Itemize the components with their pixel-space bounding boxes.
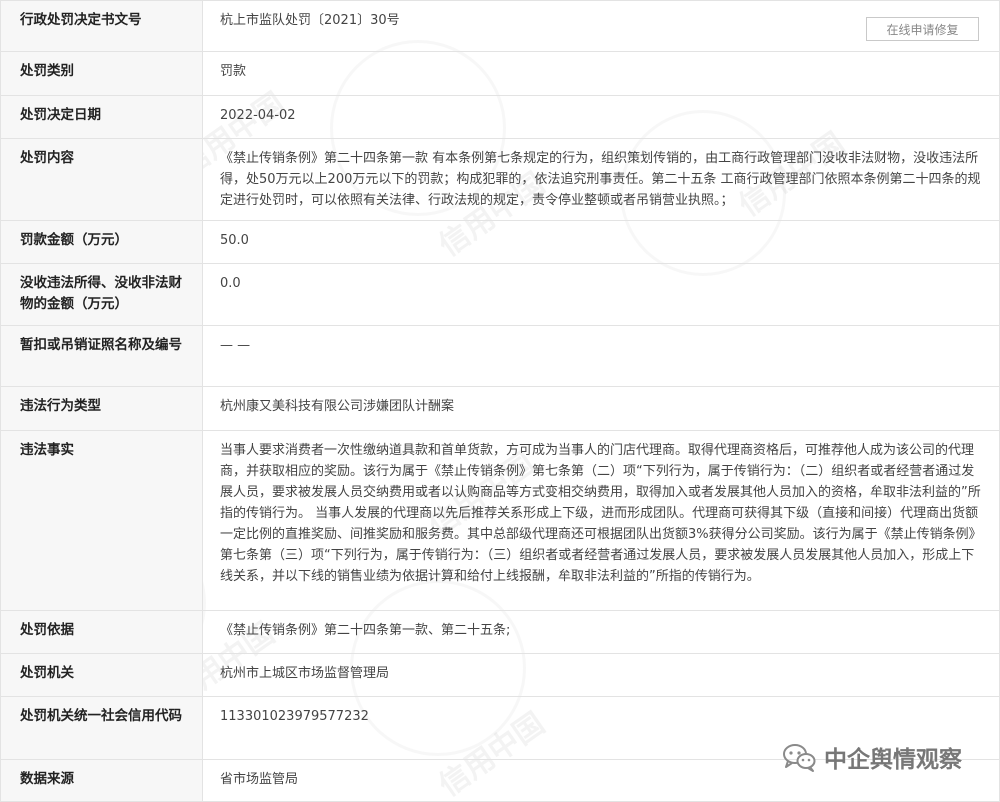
- table-row: 处罚类别 罚款: [0, 51, 1000, 96]
- row-label: 处罚机关统一社会信用代码: [0, 696, 203, 760]
- row-value: 杭州市上城区市场监督管理局: [202, 653, 1000, 697]
- row-value: 50.0: [202, 220, 1000, 264]
- table-row: 违法行为类型 杭州康又美科技有限公司涉嫌团队计酬案: [0, 386, 1000, 431]
- row-label: 违法行为类型: [0, 386, 203, 431]
- row-label: 处罚机关: [0, 653, 203, 697]
- row-label: 违法事实: [0, 430, 203, 611]
- table-row: 没收违法所得、没收非法财物的金额（万元） 0.0: [0, 263, 1000, 326]
- brand-name: 中企舆情观察: [824, 747, 962, 773]
- row-value: 当事人要求消费者一次性缴纳道具款和首单货款，方可成为当事人的门店代理商。取得代理…: [202, 430, 1000, 611]
- row-value: — —: [202, 325, 1000, 387]
- row-label: 处罚类别: [0, 51, 203, 96]
- wechat-icon: [782, 742, 816, 772]
- table-row: 罚款金额（万元） 50.0: [0, 220, 1000, 264]
- row-label: 处罚决定日期: [0, 95, 203, 139]
- row-value: 罚款: [202, 51, 1000, 96]
- table-row: 违法事实 当事人要求消费者一次性缴纳道具款和首单货款，方可成为当事人的门店代理商…: [0, 430, 1000, 611]
- row-label: 暂扣或吊销证照名称及编号: [0, 325, 203, 387]
- table-row: 处罚内容 《禁止传销条例》第二十四条第一款 有本条例第七条规定的行为，组织策划传…: [0, 138, 1000, 221]
- table-row: 处罚依据 《禁止传销条例》第二十四条第一款、第二十五条;: [0, 610, 1000, 654]
- row-value: 杭州康又美科技有限公司涉嫌团队计酬案: [202, 386, 1000, 431]
- row-value: 《禁止传销条例》第二十四条第一款 有本条例第七条规定的行为，组织策划传销的，由工…: [202, 138, 1000, 221]
- row-label: 没收违法所得、没收非法财物的金额（万元）: [0, 263, 203, 326]
- row-label: 行政处罚决定书文号: [0, 0, 203, 52]
- row-value: 0.0: [202, 263, 1000, 326]
- penalty-detail-table: 行政处罚决定书文号 杭上市监队处罚〔2021〕30号 在线申请修复 处罚类别 罚…: [0, 0, 1000, 802]
- table-row: 暂扣或吊销证照名称及编号 — —: [0, 325, 1000, 387]
- row-label: 罚款金额（万元）: [0, 220, 203, 264]
- row-value: 2022-04-02: [202, 95, 1000, 139]
- brand-watermark: 中企舆情观察: [782, 740, 962, 774]
- row-value: 杭上市监队处罚〔2021〕30号: [220, 13, 400, 28]
- row-label: 处罚依据: [0, 610, 203, 654]
- table-row: 行政处罚决定书文号 杭上市监队处罚〔2021〕30号 在线申请修复: [0, 0, 1000, 52]
- apply-repair-button[interactable]: 在线申请修复: [866, 17, 979, 41]
- row-label: 处罚内容: [0, 138, 203, 221]
- row-label: 数据来源: [0, 759, 203, 802]
- row-value: 《禁止传销条例》第二十四条第一款、第二十五条;: [202, 610, 1000, 654]
- table-row: 处罚机关 杭州市上城区市场监督管理局: [0, 653, 1000, 697]
- table-row: 处罚决定日期 2022-04-02: [0, 95, 1000, 139]
- row-value-cell: 杭上市监队处罚〔2021〕30号 在线申请修复: [202, 0, 1000, 52]
